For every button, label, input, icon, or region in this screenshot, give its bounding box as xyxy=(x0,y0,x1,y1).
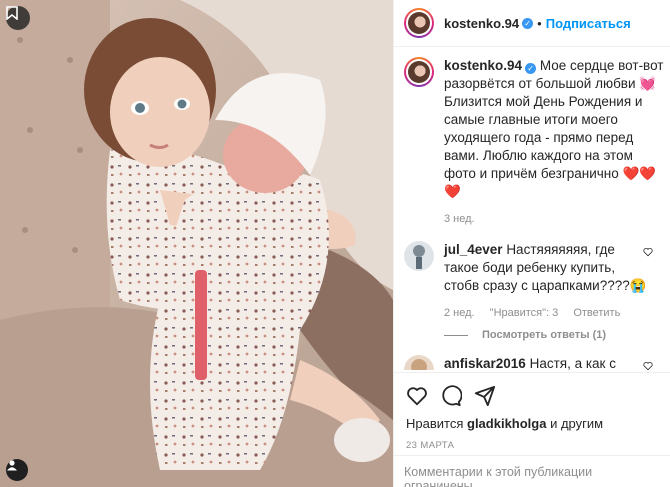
view-replies[interactable]: Посмотреть ответы (1) xyxy=(444,329,661,341)
caption: kostenko.94 ✓ Мое сердце вот-вот разорвёт… xyxy=(404,57,664,225)
author-avatar[interactable] xyxy=(404,8,434,38)
likes-prefix: Нравится xyxy=(406,416,464,431)
caption-age[interactable]: 3 нед. xyxy=(444,213,475,225)
commenter-username[interactable]: jul_4ever xyxy=(444,242,503,257)
caption-username[interactable]: kostenko.94 xyxy=(444,58,522,73)
comments-list[interactable]: kostenko.94 ✓ Мое сердце вот-вот разорвёт… xyxy=(394,57,670,370)
caption-text: Мое сердце вот-вот разорвётся от большой… xyxy=(444,58,664,199)
user-tag-icon[interactable] xyxy=(6,459,28,481)
comment-icon[interactable] xyxy=(440,385,462,407)
comment-item: anfiskar2016 Настя, а как с коликами пос… xyxy=(404,355,661,370)
likes-suffix[interactable]: и другим xyxy=(550,416,603,431)
commenter-username[interactable]: anfiskar2016 xyxy=(444,356,526,370)
share-icon[interactable] xyxy=(474,385,496,407)
verified-badge-icon: ✓ xyxy=(525,63,537,74)
caption-avatar[interactable] xyxy=(404,57,434,87)
comment-item: jul_4ever Настяяяяяяя, где такое боди ре… xyxy=(404,241,661,319)
author-username[interactable]: kostenko.94 xyxy=(444,16,519,31)
replies-divider xyxy=(444,334,468,336)
post-actions: Нравится gladkikholga и другим 23 МАРТА xyxy=(394,372,670,451)
comment-like-heart-icon[interactable] xyxy=(643,361,653,370)
comments-closed-notice: Комментарии к этой публикации ограничены… xyxy=(394,455,670,487)
comment-age[interactable]: 2 нед. xyxy=(444,307,475,319)
comment-like-heart-icon[interactable] xyxy=(643,247,653,257)
post-photo[interactable] xyxy=(0,0,393,487)
bookmark-icon[interactable] xyxy=(6,6,30,30)
separator-dot: • xyxy=(537,15,542,31)
comment-likes[interactable]: "Нравится": 3 xyxy=(490,307,559,319)
liked-by-user[interactable]: gladkikholga xyxy=(467,416,546,431)
verified-badge-icon: ✓ xyxy=(522,17,534,29)
reply-button[interactable]: Ответить xyxy=(573,307,620,319)
commenter-avatar[interactable] xyxy=(404,355,434,370)
likes-summary: Нравится gladkikholga и другим xyxy=(406,416,661,431)
post-side-panel: kostenko.94 ✓ • Подписаться kostenko.94 ✓… xyxy=(393,0,670,487)
post-header: kostenko.94 ✓ • Подписаться xyxy=(394,0,670,47)
photo-artwork xyxy=(0,0,393,487)
heart-icon[interactable] xyxy=(406,385,428,407)
view-replies-label[interactable]: Посмотреть ответы (1) xyxy=(482,329,606,341)
follow-button[interactable]: Подписаться xyxy=(546,16,631,31)
commenter-avatar[interactable] xyxy=(404,241,434,271)
post-date[interactable]: 23 МАРТА xyxy=(406,440,661,451)
